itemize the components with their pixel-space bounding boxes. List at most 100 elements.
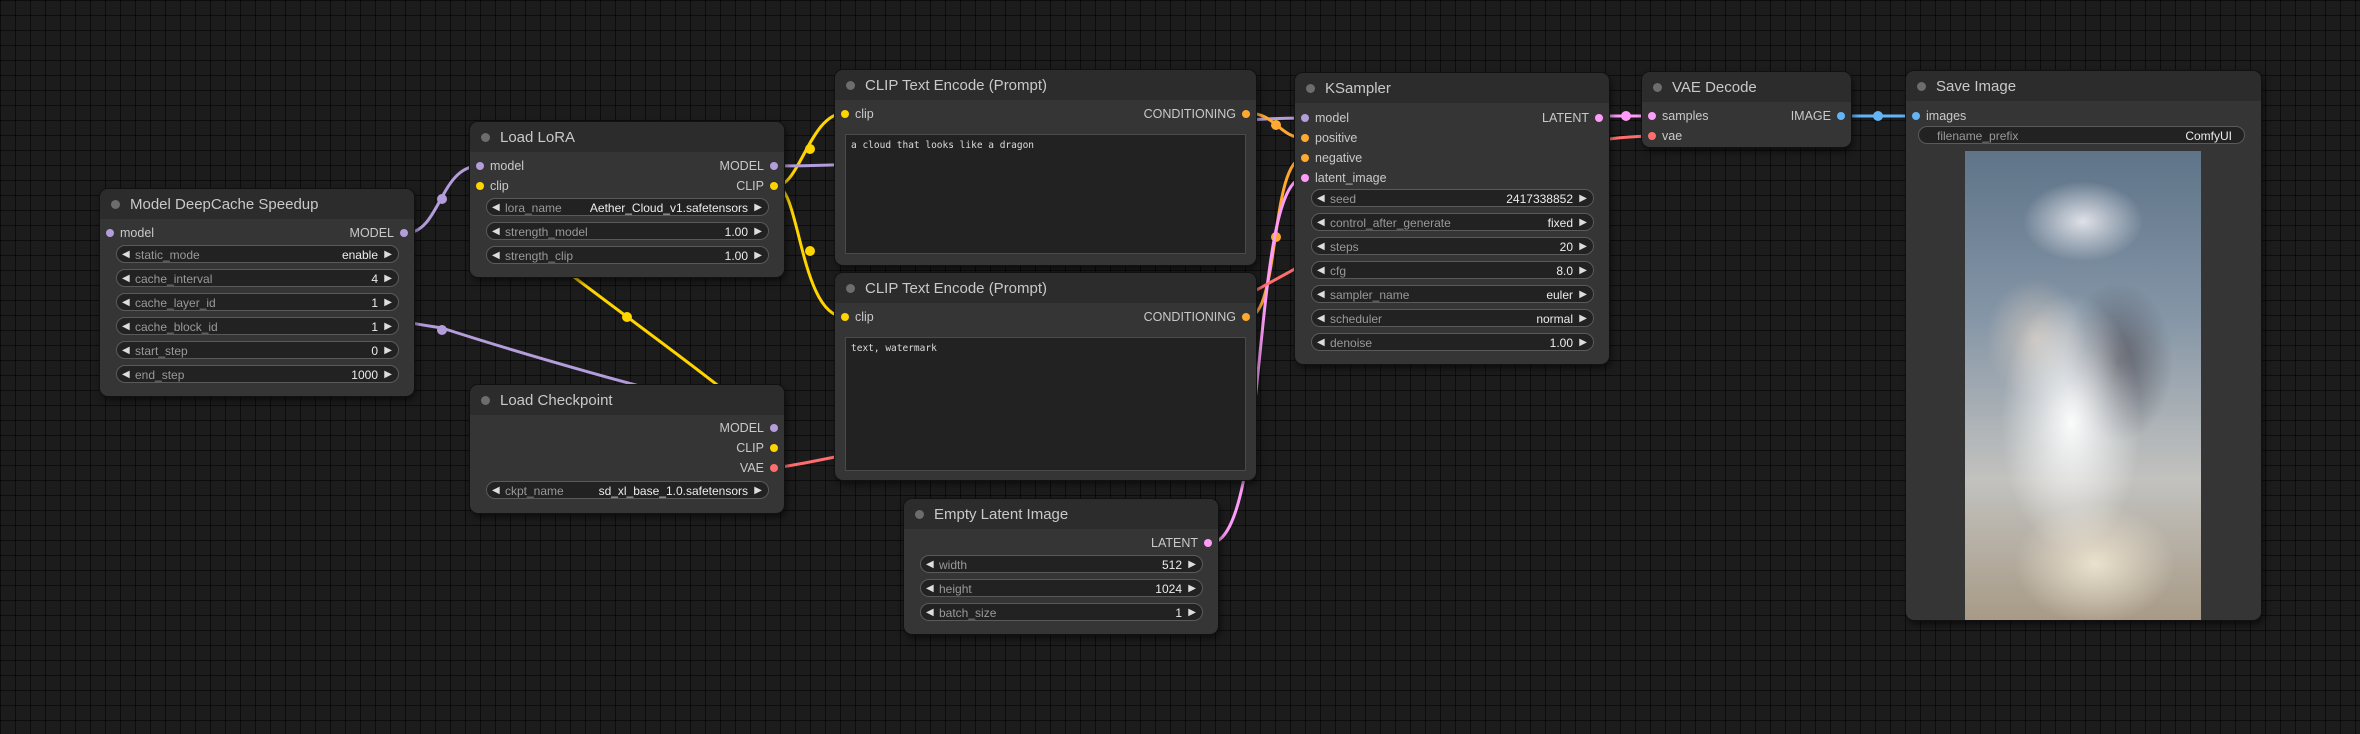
collapse-dot-icon[interactable] bbox=[1653, 83, 1662, 92]
input-model[interactable]: model bbox=[106, 225, 154, 241]
output-latent[interactable]: LATENT bbox=[1542, 110, 1603, 126]
collapse-dot-icon[interactable] bbox=[915, 510, 924, 519]
node-title-bar[interactable]: VAE Decode bbox=[1642, 72, 1851, 102]
output-model[interactable]: MODEL bbox=[720, 158, 778, 174]
node-deepcache-speedup[interactable]: Model DeepCache Speedup model MODEL ◀ sta… bbox=[100, 189, 414, 396]
input-clip[interactable]: clip bbox=[841, 106, 874, 122]
right-arrow-icon[interactable]: ▶ bbox=[754, 223, 762, 241]
right-arrow-icon[interactable]: ▶ bbox=[384, 318, 392, 336]
widget-strength-model[interactable]: ◀ strength_model 1.00 ▶ bbox=[486, 222, 769, 240]
widget-seed[interactable]: ◀ seed 2417338852 ▶ bbox=[1311, 189, 1594, 207]
link-midpoint[interactable] bbox=[805, 144, 815, 154]
widget-filename-prefix[interactable]: filename_prefix ComfyUI bbox=[1918, 126, 2245, 144]
left-arrow-icon[interactable]: ◀ bbox=[122, 366, 130, 384]
output-clip[interactable]: CLIP bbox=[736, 440, 778, 456]
right-arrow-icon[interactable]: ▶ bbox=[384, 342, 392, 360]
output-image[interactable]: IMAGE bbox=[1791, 108, 1845, 124]
widget-cache-layer-id[interactable]: ◀ cache_layer_id 1 ▶ bbox=[116, 293, 399, 311]
node-title-bar[interactable]: CLIP Text Encode (Prompt) bbox=[835, 70, 1256, 100]
widget-strength-clip[interactable]: ◀ strength_clip 1.00 ▶ bbox=[486, 246, 769, 264]
link-midpoint[interactable] bbox=[437, 325, 447, 335]
vae-input-pin[interactable] bbox=[1648, 132, 1656, 140]
node-load-checkpoint[interactable]: Load Checkpoint MODEL CLIP VAE ◀ ckpt_nam… bbox=[470, 385, 784, 513]
widget-batch-size[interactable]: ◀ batch_size 1 ▶ bbox=[920, 603, 1203, 621]
right-arrow-icon[interactable]: ▶ bbox=[754, 247, 762, 265]
output-conditioning[interactable]: CONDITIONING bbox=[1144, 309, 1250, 325]
node-title-bar[interactable]: Save Image bbox=[1906, 71, 2261, 101]
left-arrow-icon[interactable]: ◀ bbox=[492, 199, 500, 217]
right-arrow-icon[interactable]: ▶ bbox=[754, 482, 762, 500]
left-arrow-icon[interactable]: ◀ bbox=[122, 318, 130, 336]
left-arrow-icon[interactable]: ◀ bbox=[492, 247, 500, 265]
collapse-dot-icon[interactable] bbox=[846, 81, 855, 90]
right-arrow-icon[interactable]: ▶ bbox=[1188, 604, 1196, 622]
node-title-bar[interactable]: Model DeepCache Speedup bbox=[100, 189, 414, 219]
right-arrow-icon[interactable]: ▶ bbox=[384, 270, 392, 288]
left-arrow-icon[interactable]: ◀ bbox=[1317, 334, 1325, 352]
widget-sampler-name[interactable]: ◀ sampler_name euler ▶ bbox=[1311, 285, 1594, 303]
collapse-dot-icon[interactable] bbox=[111, 200, 120, 209]
output-vae[interactable]: VAE bbox=[740, 460, 778, 476]
node-title-bar[interactable]: CLIP Text Encode (Prompt) bbox=[835, 273, 1256, 303]
widget-scheduler[interactable]: ◀ scheduler normal ▶ bbox=[1311, 309, 1594, 327]
node-title-bar[interactable]: Load LoRA bbox=[470, 122, 784, 152]
left-arrow-icon[interactable]: ◀ bbox=[1317, 310, 1325, 328]
conditioning-output-pin[interactable] bbox=[1242, 110, 1250, 118]
right-arrow-icon[interactable]: ▶ bbox=[384, 366, 392, 384]
widget-height[interactable]: ◀ height 1024 ▶ bbox=[920, 579, 1203, 597]
left-arrow-icon[interactable]: ◀ bbox=[122, 246, 130, 264]
right-arrow-icon[interactable]: ▶ bbox=[1579, 262, 1587, 280]
image-input-pin[interactable] bbox=[1912, 112, 1920, 120]
widget-start-step[interactable]: ◀ start_step 0 ▶ bbox=[116, 341, 399, 359]
node-save-image[interactable]: Save Image images filename_prefix ComfyUI bbox=[1906, 71, 2261, 620]
input-negative[interactable]: negative bbox=[1301, 150, 1362, 166]
collapse-dot-icon[interactable] bbox=[481, 133, 490, 142]
image-output-pin[interactable] bbox=[1837, 112, 1845, 120]
node-vae-decode[interactable]: VAE Decode samples IMAGE vae bbox=[1642, 72, 1851, 147]
input-model[interactable]: model bbox=[1301, 110, 1349, 126]
collapse-dot-icon[interactable] bbox=[1306, 84, 1315, 93]
model-output-pin[interactable] bbox=[770, 162, 778, 170]
conditioning-input-pin[interactable] bbox=[1301, 134, 1309, 142]
link-midpoint[interactable] bbox=[622, 312, 632, 322]
left-arrow-icon[interactable]: ◀ bbox=[1317, 214, 1325, 232]
node-title-bar[interactable]: Empty Latent Image bbox=[904, 499, 1218, 529]
left-arrow-icon[interactable]: ◀ bbox=[1317, 262, 1325, 280]
right-arrow-icon[interactable]: ▶ bbox=[384, 294, 392, 312]
widget-end-step[interactable]: ◀ end_step 1000 ▶ bbox=[116, 365, 399, 383]
collapse-dot-icon[interactable] bbox=[1917, 82, 1926, 91]
latent-output-pin[interactable] bbox=[1595, 114, 1603, 122]
link-midpoint[interactable] bbox=[1271, 120, 1281, 130]
right-arrow-icon[interactable]: ▶ bbox=[1579, 238, 1587, 256]
left-arrow-icon[interactable]: ◀ bbox=[122, 342, 130, 360]
left-arrow-icon[interactable]: ◀ bbox=[926, 580, 934, 598]
output-clip[interactable]: CLIP bbox=[736, 178, 778, 194]
right-arrow-icon[interactable]: ▶ bbox=[1188, 580, 1196, 598]
vae-output-pin[interactable] bbox=[770, 464, 778, 472]
latent-input-pin[interactable] bbox=[1301, 174, 1309, 182]
clip-output-pin[interactable] bbox=[770, 182, 778, 190]
widget-cfg[interactable]: ◀ cfg 8.0 ▶ bbox=[1311, 261, 1594, 279]
node-ksampler[interactable]: KSampler model LATENT positive negative … bbox=[1295, 73, 1609, 364]
model-input-pin[interactable] bbox=[476, 162, 484, 170]
model-input-pin[interactable] bbox=[106, 229, 114, 237]
clip-input-pin[interactable] bbox=[841, 313, 849, 321]
prompt-textarea[interactable]: text, watermark bbox=[845, 337, 1246, 471]
input-samples[interactable]: samples bbox=[1648, 108, 1709, 124]
node-load-lora[interactable]: Load LoRA model MODEL clip CLIP ◀ lora_na… bbox=[470, 122, 784, 277]
link-midpoint[interactable] bbox=[1873, 111, 1883, 121]
latent-output-pin[interactable] bbox=[1204, 539, 1212, 547]
widget-ckpt-name[interactable]: ◀ ckpt_name sd_xl_base_1.0.safetensors ▶ bbox=[486, 481, 769, 499]
input-latent-image[interactable]: latent_image bbox=[1301, 170, 1387, 186]
right-arrow-icon[interactable]: ▶ bbox=[1579, 286, 1587, 304]
left-arrow-icon[interactable]: ◀ bbox=[1317, 190, 1325, 208]
node-empty-latent-image[interactable]: Empty Latent Image LATENT ◀ width 512 ▶ ◀ he… bbox=[904, 499, 1218, 634]
left-arrow-icon[interactable]: ◀ bbox=[122, 294, 130, 312]
output-model[interactable]: MODEL bbox=[720, 420, 778, 436]
input-clip[interactable]: clip bbox=[841, 309, 874, 325]
collapse-dot-icon[interactable] bbox=[481, 396, 490, 405]
model-output-pin[interactable] bbox=[770, 424, 778, 432]
generated-image-preview[interactable] bbox=[1965, 151, 2201, 620]
model-output-pin[interactable] bbox=[400, 229, 408, 237]
clip-input-pin[interactable] bbox=[476, 182, 484, 190]
